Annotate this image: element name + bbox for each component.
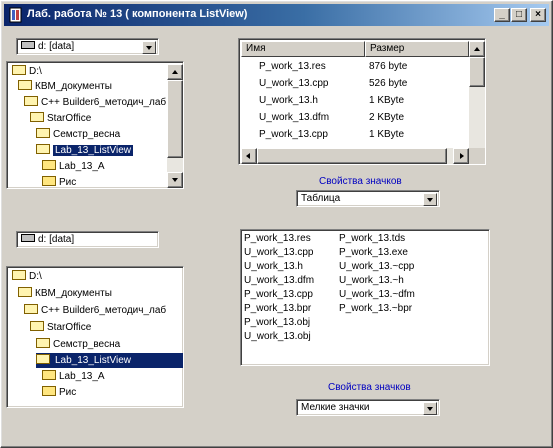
tree-item[interactable]: Рис xyxy=(42,385,76,400)
folder-open-icon xyxy=(18,287,32,298)
title-bar[interactable]: Лаб. работа № 13 ( компонента ListView) … xyxy=(4,4,549,26)
folder-icon xyxy=(42,370,56,381)
tree-item[interactable]: Lab_13_A xyxy=(42,369,105,384)
tree-item[interactable]: Семстр_весна xyxy=(36,337,120,352)
list-row-size: 876 byte xyxy=(369,61,408,72)
drive-icon xyxy=(21,234,35,243)
list-item[interactable]: U_work_13.~cpp xyxy=(339,260,415,274)
drive-combo-bottom[interactable]: d: [data] xyxy=(16,231,159,248)
list-item[interactable]: P_work_13.tds xyxy=(339,232,415,246)
drive-icon xyxy=(21,41,35,50)
list-row-name[interactable]: P_work_13.res xyxy=(259,58,326,75)
drive-combo-top[interactable]: d: [data] xyxy=(16,38,159,55)
tree-item[interactable]: D:\ xyxy=(12,269,42,284)
list-row-size: 2 KByte xyxy=(369,112,405,123)
folder-icon xyxy=(42,386,56,397)
tree-item[interactable]: StarOffice xyxy=(30,320,91,335)
chevron-down-icon[interactable] xyxy=(142,41,156,54)
file-list-small-icons[interactable]: P_work_13.res U_work_13.cpp U_work_13.h … xyxy=(240,229,490,366)
folder-open-icon xyxy=(30,321,44,332)
list-item[interactable]: U_work_13.cpp xyxy=(244,246,314,260)
drive-combo-top-value: d: [data] xyxy=(21,41,74,52)
list-row-size: 1 KByte xyxy=(369,95,405,106)
view-style-combo-bottom[interactable]: Мелкие значки xyxy=(296,399,440,416)
list-row-name[interactable]: P_work_13.cpp xyxy=(259,126,328,143)
folder-open-icon xyxy=(24,96,38,107)
column-header-size[interactable]: Размер xyxy=(365,41,469,57)
scroll-thumb[interactable] xyxy=(167,80,183,158)
tree-item-selected[interactable]: Lab_13_ListView xyxy=(36,143,133,158)
folder-open-icon xyxy=(30,112,44,123)
tree-item[interactable]: Семстр_весна xyxy=(36,127,120,142)
tree-top-scrollbar[interactable] xyxy=(167,64,183,188)
folder-open-icon xyxy=(18,80,32,91)
small-icons-column-2: P_work_13.tds P_work_13.exe U_work_13.~c… xyxy=(339,232,415,316)
list-item[interactable]: P_work_13.bpr xyxy=(244,302,314,316)
list-row-name[interactable]: U_work_13.h xyxy=(259,92,318,109)
folder-open-icon xyxy=(36,128,50,139)
folder-open-icon xyxy=(12,65,26,76)
folder-open-icon xyxy=(24,304,38,315)
tree-item[interactable]: C++ Builder6_методич_лаб xyxy=(24,95,166,110)
tree-item-selected[interactable]: Lab_13_ListView xyxy=(36,353,183,368)
list-item[interactable]: U_work_13.obj xyxy=(244,330,314,344)
tree-item[interactable]: C++ Builder6_методич_лаб xyxy=(24,303,166,318)
list-item[interactable]: P_work_13.~bpr xyxy=(339,302,415,316)
list-row-name[interactable]: U_work_13.dfm xyxy=(259,109,329,126)
folder-icon xyxy=(42,176,56,187)
list-item[interactable]: U_work_13.~h xyxy=(339,274,415,288)
folder-open-icon xyxy=(36,144,50,155)
directory-tree-bottom[interactable]: D:\ КВМ_документы C++ Builder6_методич_л… xyxy=(6,266,184,408)
list-row-name[interactable]: U_work_13.cpp xyxy=(259,75,328,92)
tree-item[interactable]: КВМ_документы xyxy=(18,286,112,301)
file-list-report[interactable]: Имя Размер P_work_13.res 876 byte U_work… xyxy=(238,38,486,165)
list-row-size: 1 KByte xyxy=(369,129,405,140)
scroll-thumb[interactable] xyxy=(257,148,447,164)
minimize-button[interactable]: _ xyxy=(494,8,510,22)
list-hscrollbar[interactable] xyxy=(241,148,485,164)
folder-open-icon xyxy=(36,354,50,365)
scroll-left-icon[interactable] xyxy=(241,148,257,164)
tree-item[interactable]: Lab_13_A xyxy=(42,159,105,174)
folder-open-icon xyxy=(12,270,26,281)
view-style-combo-top[interactable]: Таблица xyxy=(296,190,440,207)
view-caption-bottom: Свойства значков xyxy=(328,382,411,393)
column-header-name[interactable]: Имя xyxy=(241,41,365,57)
scroll-up-icon[interactable] xyxy=(469,41,485,57)
tree-item[interactable]: КВМ_документы xyxy=(18,79,112,94)
chevron-down-icon[interactable] xyxy=(423,193,437,206)
scroll-corner xyxy=(469,148,485,164)
list-row-size: 526 byte xyxy=(369,78,408,89)
list-item[interactable]: U_work_13.h xyxy=(244,260,314,274)
close-button[interactable]: × xyxy=(530,8,546,22)
small-icons-column-1: P_work_13.res U_work_13.cpp U_work_13.h … xyxy=(244,232,314,344)
folder-open-icon xyxy=(36,338,50,349)
list-item[interactable]: P_work_13.cpp xyxy=(244,288,314,302)
main-window: Лаб. работа № 13 ( компонента ListView) … xyxy=(0,0,553,448)
list-item[interactable]: P_work_13.obj xyxy=(244,316,314,330)
chevron-down-icon[interactable] xyxy=(423,402,437,415)
scroll-down-icon[interactable] xyxy=(167,172,183,188)
view-caption-top: Свойства значков xyxy=(319,176,402,187)
maximize-button[interactable]: □ xyxy=(511,8,527,22)
directory-tree-top[interactable]: D:\ КВМ_документы C++ Builder6_методич_л… xyxy=(6,61,184,189)
app-icon xyxy=(9,7,22,23)
list-vscrollbar[interactable] xyxy=(469,41,485,148)
scroll-up-icon[interactable] xyxy=(167,64,183,80)
tree-item[interactable]: StarOffice xyxy=(30,111,91,126)
list-item[interactable]: U_work_13.~dfm xyxy=(339,288,415,302)
tree-item[interactable]: D:\ xyxy=(12,64,42,79)
scroll-right-icon[interactable] xyxy=(453,148,469,164)
list-item[interactable]: U_work_13.dfm xyxy=(244,274,314,288)
folder-icon xyxy=(42,160,56,171)
list-item[interactable]: P_work_13.res xyxy=(244,232,314,246)
list-item[interactable]: P_work_13.exe xyxy=(339,246,415,260)
window-title: Лаб. работа № 13 ( компонента ListView) xyxy=(27,8,248,20)
scroll-thumb[interactable] xyxy=(469,57,485,87)
tree-item[interactable]: Рис xyxy=(42,175,76,188)
